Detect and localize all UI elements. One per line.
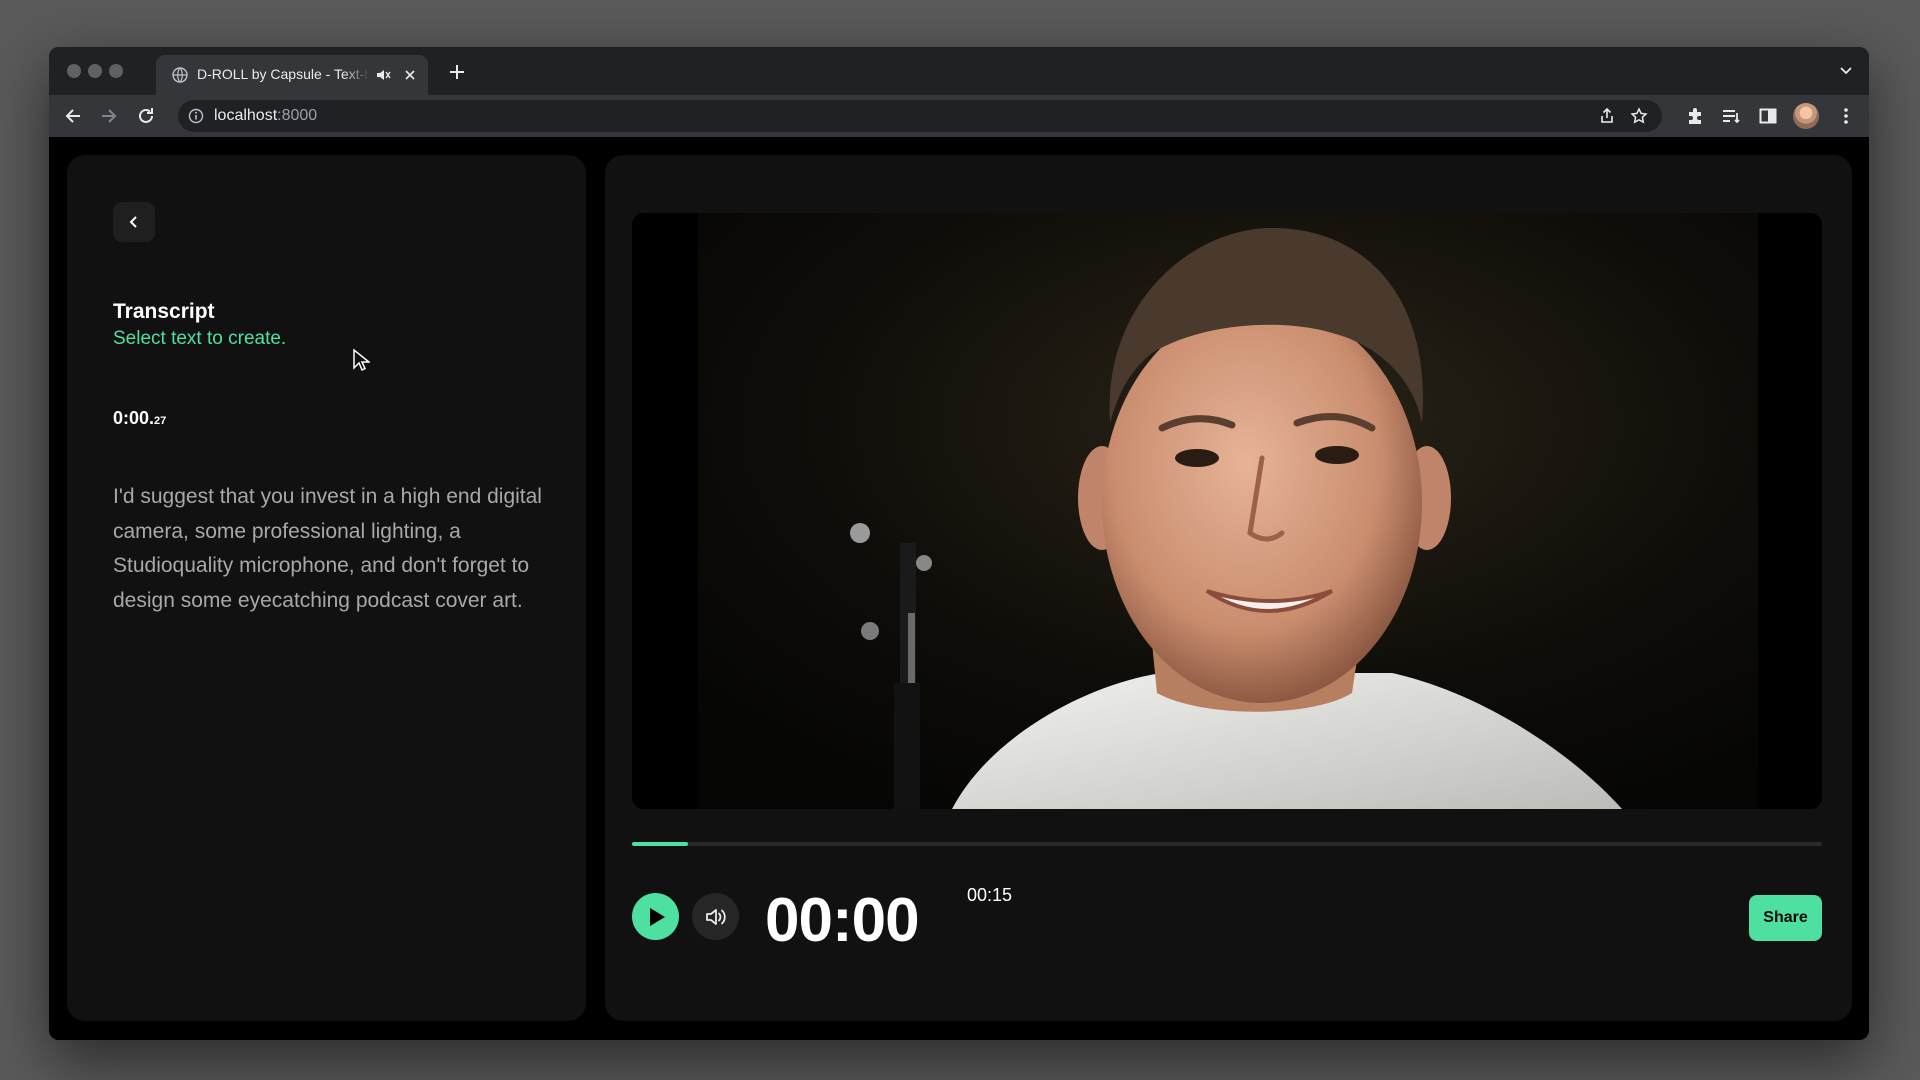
play-button[interactable]	[632, 893, 679, 940]
volume-icon	[706, 909, 726, 925]
chevron-down-icon[interactable]	[1839, 65, 1853, 77]
reading-list-icon[interactable]	[1720, 105, 1742, 127]
mute-icon[interactable]	[375, 67, 392, 83]
minimize-window-dot[interactable]	[88, 64, 102, 78]
transcript-hint: Select text to create.	[113, 328, 287, 349]
transcript-text[interactable]: I'd suggest that you invest in a high en…	[113, 480, 543, 618]
tab-strip: D-ROLL by Capsule - Text-based video edi…	[49, 47, 1869, 95]
current-time: 00:00	[765, 886, 920, 955]
back-button[interactable]	[113, 202, 155, 242]
address-bar[interactable]: localhost:8000	[178, 100, 1662, 132]
profile-avatar[interactable]	[1793, 103, 1819, 129]
transcript-title: Transcript	[113, 300, 215, 323]
progress-bar[interactable]	[632, 842, 1822, 846]
volume-button[interactable]	[692, 893, 739, 940]
browser-toolbar: localhost:8000	[49, 95, 1869, 137]
video-image	[632, 213, 1822, 809]
close-window-dot[interactable]	[67, 64, 81, 78]
forward-arrow-icon[interactable]	[98, 105, 120, 127]
side-panel-icon[interactable]	[1757, 105, 1779, 127]
transcript-panel: Transcript Select text to create. 0:00.2…	[67, 155, 586, 1021]
total-duration: 00:15	[967, 885, 1013, 905]
back-arrow-icon[interactable]	[62, 105, 84, 127]
star-icon[interactable]	[1630, 107, 1648, 125]
browser-window: D-ROLL by Capsule - Text-based video edi…	[49, 47, 1869, 1040]
more-icon[interactable]	[1835, 105, 1857, 127]
tab-title: D-ROLL by Capsule - Text-based video edi…	[197, 66, 369, 82]
extensions-icon[interactable]	[1684, 105, 1706, 127]
info-icon[interactable]	[188, 108, 204, 124]
active-tab[interactable]: D-ROLL by Capsule - Text-based video edi…	[156, 55, 428, 95]
segment-timestamp[interactable]: 0:00.27	[113, 408, 166, 429]
globe-icon	[172, 67, 188, 83]
player-panel: 00:00 00:15 Share	[605, 155, 1852, 1021]
video-frame[interactable]	[632, 213, 1822, 809]
share-page-icon[interactable]	[1598, 107, 1616, 125]
reload-icon[interactable]	[135, 105, 157, 127]
url-text[interactable]: localhost:8000	[214, 107, 317, 125]
page-content: Transcript Select text to create. 0:00.2…	[49, 137, 1869, 1040]
maximize-window-dot[interactable]	[109, 64, 123, 78]
share-button[interactable]: Share	[1749, 895, 1822, 941]
close-icon[interactable]	[402, 67, 418, 83]
plus-icon[interactable]	[448, 63, 466, 81]
back-icon	[129, 216, 137, 228]
play-icon	[650, 908, 665, 926]
progress-fill	[632, 842, 688, 846]
mouse-cursor-icon	[353, 349, 370, 372]
